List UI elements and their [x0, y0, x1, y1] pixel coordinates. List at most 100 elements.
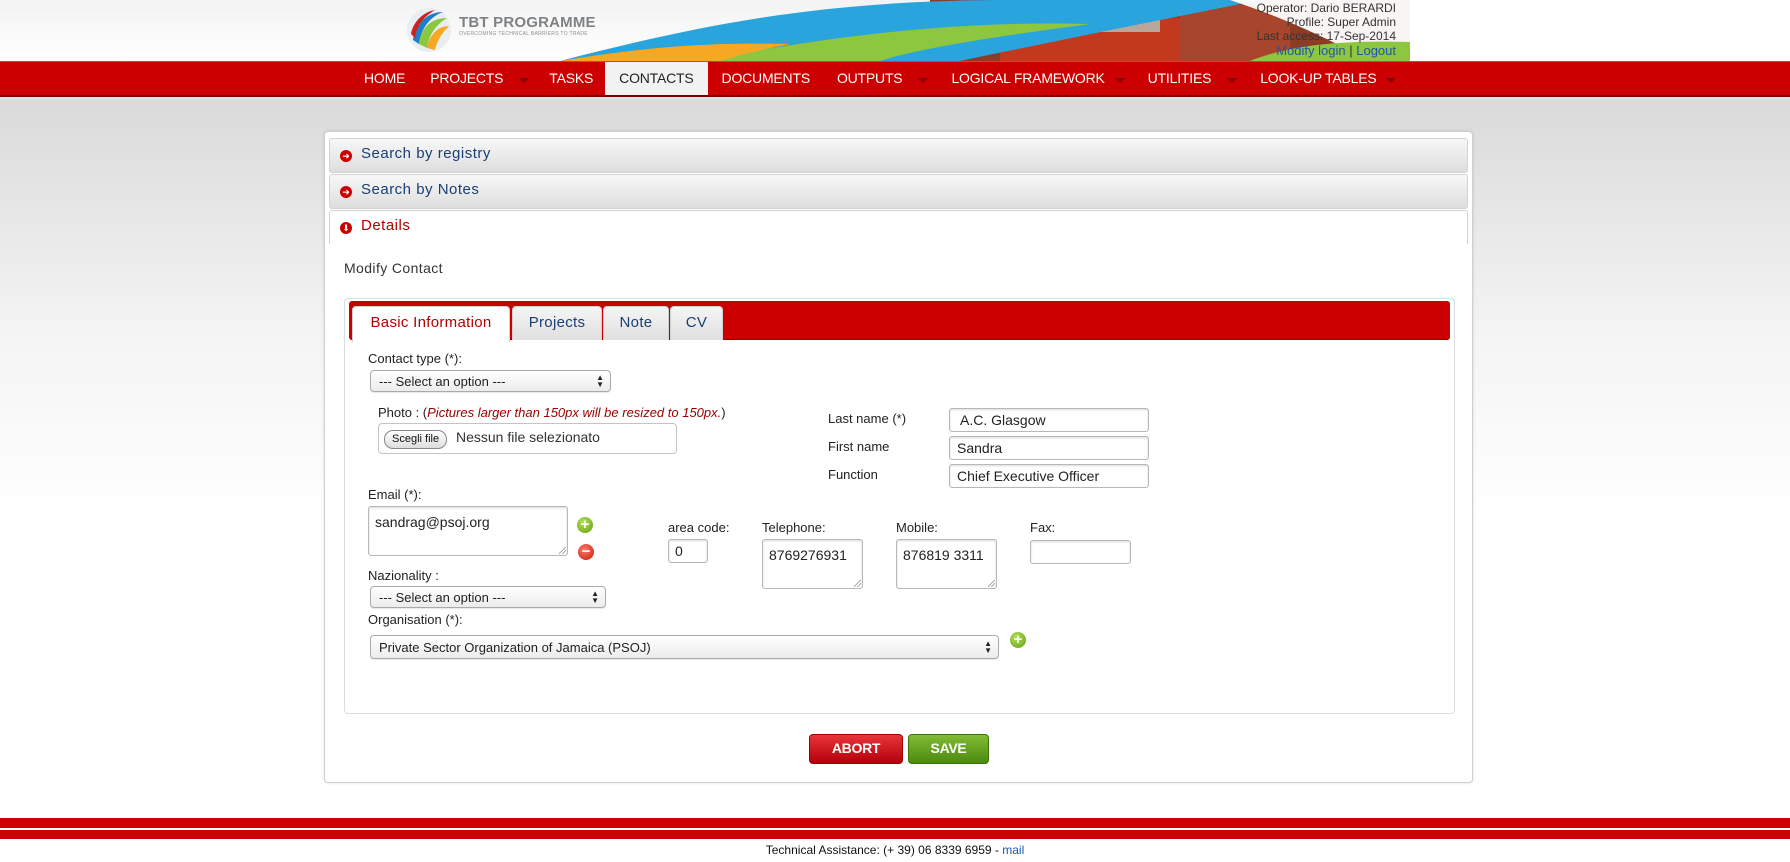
expand-arrow-icon: ➜ — [340, 150, 352, 162]
tab-cv[interactable]: CV — [670, 306, 723, 340]
chevron-down-icon — [519, 77, 530, 83]
choose-file-button[interactable]: Scegli file — [384, 430, 448, 449]
accordion-details[interactable]: ⬇ Details — [329, 210, 1468, 244]
area-code-input[interactable]: 0 — [668, 539, 708, 563]
nav-outputs[interactable]: OUTPUTS — [824, 62, 939, 95]
nav-lookup-tables[interactable]: LOOK-UP TABLES — [1247, 62, 1406, 95]
accordion-search-notes[interactable]: ➜ Search by Notes — [329, 174, 1468, 209]
logout-link[interactable]: Logout — [1356, 43, 1396, 58]
last-name-label: Last name (*) — [828, 411, 907, 426]
nav-projects-label: PROJECTS — [430, 70, 504, 86]
nav-logical-framework-label: LOGICAL FRAMEWORK — [951, 70, 1105, 86]
links-separator: | — [1349, 43, 1353, 58]
add-organisation-button[interactable]: + — [1010, 632, 1026, 648]
nav-contacts-label: CONTACTS — [619, 70, 694, 86]
select-arrows-icon: ▲ ▼ — [984, 639, 992, 655]
organisation-value: Private Sector Organization of Jamaica (… — [379, 640, 651, 655]
footer-assistance: Technical Assistance: (+ 39) 06 8339 695… — [0, 843, 1790, 857]
select-arrows-icon: ▲ ▼ — [596, 373, 604, 389]
email-label: Email (*): — [368, 487, 422, 502]
nav-outputs-label: OUTPUTS — [836, 70, 903, 86]
footer-stripe-top — [0, 818, 1790, 828]
header: TBT PROGRAMME OVERCOMING TECHNICAL BARRI… — [0, 0, 1790, 61]
page-title: Modify Contact — [344, 260, 443, 276]
tabs-container: Basic Information Projects Note CV Conta… — [344, 298, 1455, 714]
mobile-textarea[interactable]: 876819 3311 — [896, 539, 997, 589]
telephone-value: 8769276931 — [769, 547, 847, 563]
user-info: Operator: Dario BERARDI Profile: Super A… — [1257, 1, 1396, 59]
nav-logical-framework[interactable]: LOGICAL FRAMEWORK — [938, 62, 1134, 95]
select-arrows-icon: ▲ ▼ — [591, 589, 599, 605]
resize-grip-icon — [988, 580, 995, 587]
nav-documents[interactable]: DOCUMENTS — [708, 62, 824, 95]
organisation-label: Organisation (*): — [368, 612, 463, 627]
assistance-text: Technical Assistance: (+ 39) 06 8339 695… — [765, 843, 1003, 857]
contact-type-select[interactable]: --- Select an option --- ▲ ▼ — [370, 370, 611, 392]
contact-type-value: --- Select an option --- — [379, 374, 506, 389]
mobile-value: 876819 3311 — [903, 547, 984, 563]
photo-label-text: Photo : ( — [378, 405, 428, 420]
mail-link[interactable]: mail — [1002, 843, 1024, 857]
abort-button[interactable]: ABORT — [809, 734, 903, 764]
chevron-down-icon — [1227, 77, 1238, 83]
accordion-search-registry-label: Search by registry — [361, 145, 491, 162]
email-value: sandrag@psoj.org — [375, 514, 490, 530]
modify-login-link[interactable]: Modify login — [1276, 43, 1345, 58]
logo-title: TBT PROGRAMME — [459, 14, 596, 31]
nav-projects[interactable]: PROJECTS — [417, 62, 538, 95]
tab-note[interactable]: Note — [603, 306, 669, 340]
expand-arrow-icon: ➜ — [340, 186, 352, 198]
nav-contacts[interactable]: CONTACTS — [605, 62, 708, 95]
tbt-logo-icon — [407, 8, 451, 52]
nav-tasks[interactable]: TASKS — [538, 62, 605, 95]
telephone-label: Telephone: — [762, 520, 826, 535]
chevron-down-icon — [918, 77, 929, 83]
nationality-select[interactable]: --- Select an option --- ▲ ▼ — [370, 586, 606, 608]
tab-basic-information[interactable]: Basic Information — [352, 306, 510, 342]
tab-projects[interactable]: Projects — [512, 306, 602, 340]
contact-type-label: Contact type (*): — [368, 351, 462, 366]
nav-documents-label: DOCUMENTS — [721, 70, 811, 86]
account-links: Modify login | Logout — [1257, 43, 1396, 59]
nav-lookup-tables-label: LOOK-UP TABLES — [1260, 70, 1377, 86]
fax-input[interactable] — [1030, 540, 1131, 564]
add-email-button[interactable]: + — [577, 517, 593, 533]
accordion-search-notes-label: Search by Notes — [361, 181, 480, 198]
resize-grip-icon — [559, 547, 566, 554]
resize-grip-icon — [854, 580, 861, 587]
remove-email-button[interactable]: − — [578, 544, 594, 560]
operator-name: Operator: Dario BERARDI — [1256, 1, 1396, 15]
photo-label-end: ) — [721, 405, 726, 420]
nav-utilities[interactable]: UTILITIES — [1135, 62, 1248, 95]
nav-tasks-label: TASKS — [549, 70, 594, 86]
nationality-value: --- Select an option --- — [379, 590, 506, 605]
main-panel: ➜ Search by registry ➜ Search by Notes ⬇… — [324, 131, 1473, 783]
operator-profile: Profile: Super Admin — [1286, 15, 1396, 29]
nav-home[interactable]: HOME — [352, 62, 417, 95]
organisation-select[interactable]: Private Sector Organization of Jamaica (… — [370, 635, 999, 659]
email-textarea[interactable]: sandrag@psoj.org — [368, 506, 568, 556]
last-name-input[interactable]: A.C. Glasgow — [949, 408, 1149, 432]
nav-home-label: HOME — [364, 70, 406, 86]
mobile-label: Mobile: — [896, 520, 938, 535]
tab-bar: Basic Information Projects Note CV — [349, 301, 1450, 342]
photo-label: Photo : (Pictures larger than 150px will… — [378, 405, 726, 420]
area-code-label: area code: — [668, 520, 730, 535]
function-label: Function — [828, 467, 878, 482]
first-name-input[interactable]: Sandra — [949, 436, 1149, 460]
photo-note: Pictures larger than 150px will be resiz… — [427, 405, 722, 420]
chevron-down-icon — [1114, 77, 1125, 83]
accordion-search-registry[interactable]: ➜ Search by registry — [329, 138, 1468, 173]
fax-label: Fax: — [1030, 520, 1056, 535]
footer-stripe-bottom — [0, 830, 1790, 839]
telephone-textarea[interactable]: 8769276931 — [762, 539, 863, 589]
logo-tagline: OVERCOMING TECHNICAL BARRIERS TO TRADE — [459, 31, 588, 37]
last-access: Last access: 17-Sep-2014 — [1256, 29, 1396, 43]
save-button[interactable]: SAVE — [908, 734, 989, 764]
function-input[interactable]: Chief Executive Officer — [949, 464, 1149, 488]
collapse-arrow-icon: ⬇ — [340, 222, 352, 234]
nav-utilities-label: UTILITIES — [1147, 70, 1212, 86]
photo-file-input[interactable]: Scegli file Nessun file selezionato — [378, 423, 677, 454]
main-nav: HOME PROJECTS TASKS CONTACTS DOCUMENTS O… — [0, 61, 1790, 97]
accordion-details-label: Details — [361, 217, 411, 234]
